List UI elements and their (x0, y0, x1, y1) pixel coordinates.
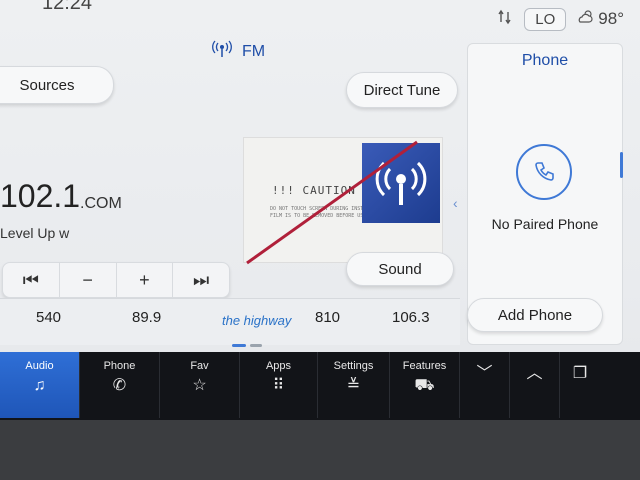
direct-tune-button[interactable]: Direct Tune (346, 72, 458, 108)
clock: 12:24 (42, 0, 93, 14)
nav-settings[interactable]: Settings ≚ (318, 352, 390, 418)
nav-settings-label: Settings (333, 360, 374, 372)
station-suffix: .COM (80, 195, 122, 212)
tune-up-button[interactable]: + (117, 263, 174, 297)
radio-band-label: FM (242, 42, 266, 60)
sliders-icon: ≚ (346, 377, 361, 394)
seek-forward-button[interactable]: ⏭ (173, 263, 229, 297)
tuning-controls: ⏮ − + ⏭ (2, 262, 230, 298)
nav-audio-label: Audio (25, 360, 54, 372)
nav-apps-label: Apps (265, 360, 292, 372)
rds-text: Level Up w (0, 225, 70, 241)
sound-button[interactable]: Sound (346, 252, 454, 286)
nav-phone[interactable]: Phone ✆ (80, 352, 160, 418)
multi-window-button[interactable]: ❐ (560, 352, 600, 418)
preset-3[interactable]: the highway (222, 313, 291, 328)
phone-icon[interactable] (516, 144, 572, 200)
climate-level[interactable]: LO (524, 7, 567, 31)
page-dot-active (232, 344, 246, 347)
radio-band-header: FM (212, 40, 265, 63)
bezel (0, 420, 640, 480)
music-note-icon: ♫ (33, 377, 46, 394)
phone-status: No Paired Phone (491, 216, 599, 232)
preset-bar: 540 89.9 the highway 810 106.3 (0, 298, 460, 345)
nav-phone-label: Phone (103, 360, 136, 372)
truck-icon: ⛟ (414, 377, 435, 394)
nav-features-label: Features (402, 360, 447, 372)
preset-page-indicator (232, 344, 262, 347)
seek-back-button[interactable]: ⏮ (3, 263, 60, 297)
status-bar: LO 98° (496, 6, 624, 32)
nav-apps[interactable]: Apps ⠿ (240, 352, 318, 418)
station-frequency: 102.1 (0, 178, 81, 214)
nav-fav-label: Fav (190, 360, 209, 372)
tune-down-button[interactable]: − (60, 263, 117, 297)
phone-panel-title: Phone (521, 52, 569, 69)
preset-4[interactable]: 810 (315, 309, 340, 326)
sticker-slash (246, 140, 418, 265)
broadcast-icon (212, 40, 232, 63)
data-signal-icon (496, 8, 514, 31)
chevron-up-button[interactable]: ︿ (510, 352, 560, 418)
nav-features[interactable]: Features ⛟ (390, 352, 460, 418)
preset-1[interactable]: 540 (36, 309, 61, 326)
outside-temperature: 98° (598, 9, 624, 28)
preset-5[interactable]: 106.3 (392, 309, 430, 326)
bottom-nav: Audio ♫ Phone ✆ Fav ☆ Apps ⠿ Settings ≚ … (0, 352, 640, 422)
weather: 98° (576, 9, 624, 30)
nav-fav[interactable]: Fav ☆ (160, 352, 240, 418)
sources-button[interactable]: Sources (0, 66, 114, 104)
star-icon: ☆ (192, 377, 207, 394)
page-dot (250, 344, 262, 347)
panel-scrollbar[interactable] (620, 152, 623, 178)
grid-icon: ⠿ (272, 377, 285, 394)
cloud-sun-icon (576, 9, 594, 30)
infotainment-screen: 12:24 LO 98° FM Sources Direct Tune 102.… (0, 0, 640, 480)
phone-handset-icon: ✆ (112, 377, 127, 394)
chevron-down-icon: ﹀ (476, 365, 493, 382)
preset-2[interactable]: 89.9 (132, 309, 161, 326)
nav-audio[interactable]: Audio ♫ (0, 352, 80, 418)
chevron-left-icon[interactable]: ‹ (453, 195, 458, 211)
add-phone-button[interactable]: Add Phone (467, 298, 603, 332)
chevron-down-button[interactable]: ﹀ (460, 352, 510, 418)
overlap-windows-icon: ❐ (572, 365, 588, 382)
chevron-up-icon: ︿ (526, 365, 543, 382)
